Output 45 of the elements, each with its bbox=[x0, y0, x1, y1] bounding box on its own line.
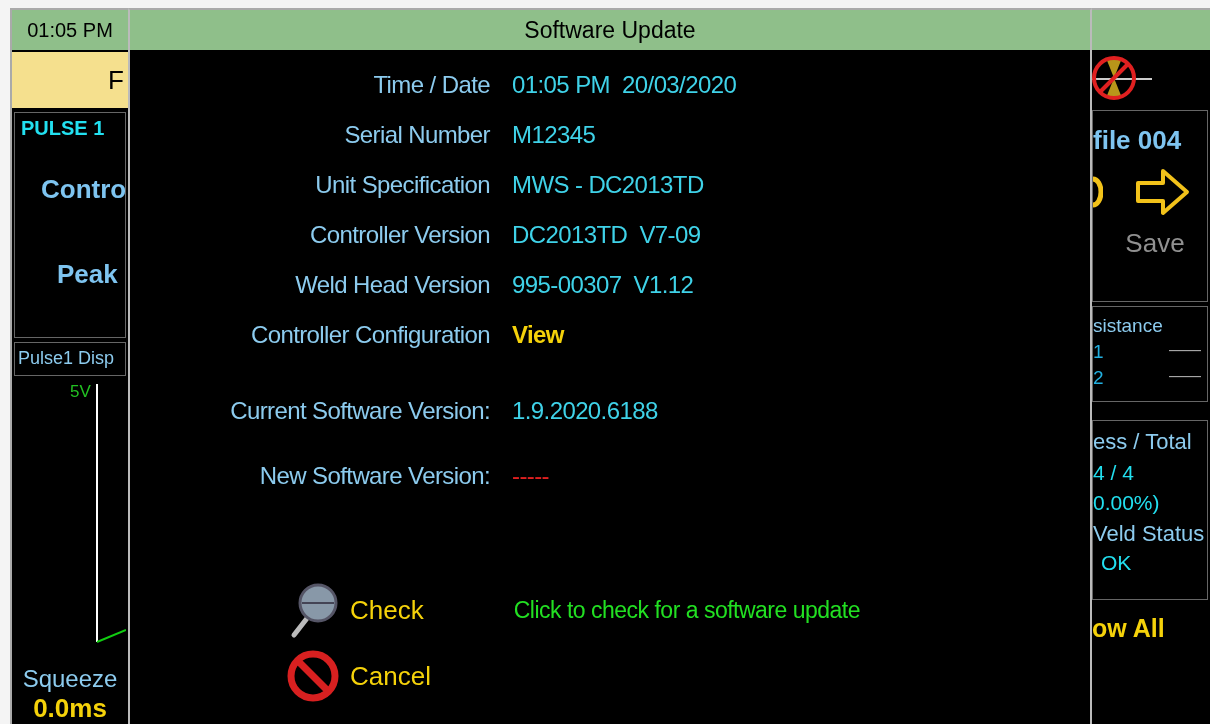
control-label: Contro bbox=[41, 174, 125, 204]
squeeze-value: 0.0ms bbox=[33, 693, 107, 724]
field-value: ----- bbox=[512, 462, 549, 490]
view-link[interactable]: View bbox=[512, 321, 564, 349]
field-value: 01:05 PM 20/03/2020 bbox=[512, 71, 737, 99]
show-all-button[interactable]: ow All bbox=[1092, 614, 1165, 643]
check-button[interactable]: Check bbox=[286, 581, 424, 639]
resistance-label: sistance bbox=[1093, 315, 1163, 336]
profile-label: file 004 bbox=[1093, 125, 1182, 155]
mode-field: F bbox=[12, 52, 128, 108]
prohibited-icon bbox=[286, 649, 340, 703]
field-label: Current Software Version: bbox=[230, 397, 490, 425]
save-button[interactable]: Save bbox=[1125, 228, 1185, 259]
cancel-button[interactable]: Cancel bbox=[286, 649, 431, 703]
field-label: Controller Version bbox=[310, 221, 490, 249]
percent-value: 0.00%) bbox=[1093, 491, 1160, 514]
axis-label: 5V bbox=[70, 382, 91, 401]
field-label: New Software Version: bbox=[259, 462, 490, 490]
arrow-right-icon bbox=[1135, 168, 1191, 216]
status-label: Veld Status bbox=[1093, 521, 1205, 546]
squeeze-label: Squeeze bbox=[22, 665, 118, 693]
field-label: Controller Configuration bbox=[250, 321, 490, 349]
peak-label: Peak bbox=[57, 259, 118, 289]
pulse-label: PULSE 1 bbox=[21, 117, 105, 139]
field-label: Weld Head Version bbox=[295, 271, 490, 299]
field-value: 995-00307 V1.12 bbox=[512, 271, 694, 299]
resistance-value: —— bbox=[1169, 341, 1201, 360]
status-value: OK bbox=[1101, 551, 1132, 574]
total-label: ess / Total bbox=[1093, 429, 1192, 454]
count-value: 4 / 4 bbox=[1093, 461, 1134, 484]
resistance-value: —— bbox=[1169, 367, 1201, 386]
display-tab-label: Pulse1 Disp bbox=[18, 348, 115, 368]
dialog-title: Software Update bbox=[524, 16, 696, 44]
field-label: Unit Specification bbox=[315, 171, 490, 199]
field-value: MWS - DC2013TD bbox=[512, 171, 704, 199]
electrode-index: 1 bbox=[1093, 341, 1104, 363]
field-value: M12345 bbox=[512, 121, 596, 149]
hint-text: Click to check for a software update bbox=[513, 596, 861, 624]
electrode-index: 2 bbox=[1093, 367, 1104, 389]
field-label: Serial Number bbox=[344, 121, 490, 149]
field-value: DC2013TD V7-09 bbox=[512, 221, 701, 249]
field-label: Time / Date bbox=[373, 71, 490, 99]
display-tab[interactable]: Pulse1 Disp bbox=[14, 342, 126, 376]
field-value: 1.9.2020.6188 bbox=[512, 397, 658, 425]
time-text: 01:05 PM bbox=[27, 18, 113, 42]
